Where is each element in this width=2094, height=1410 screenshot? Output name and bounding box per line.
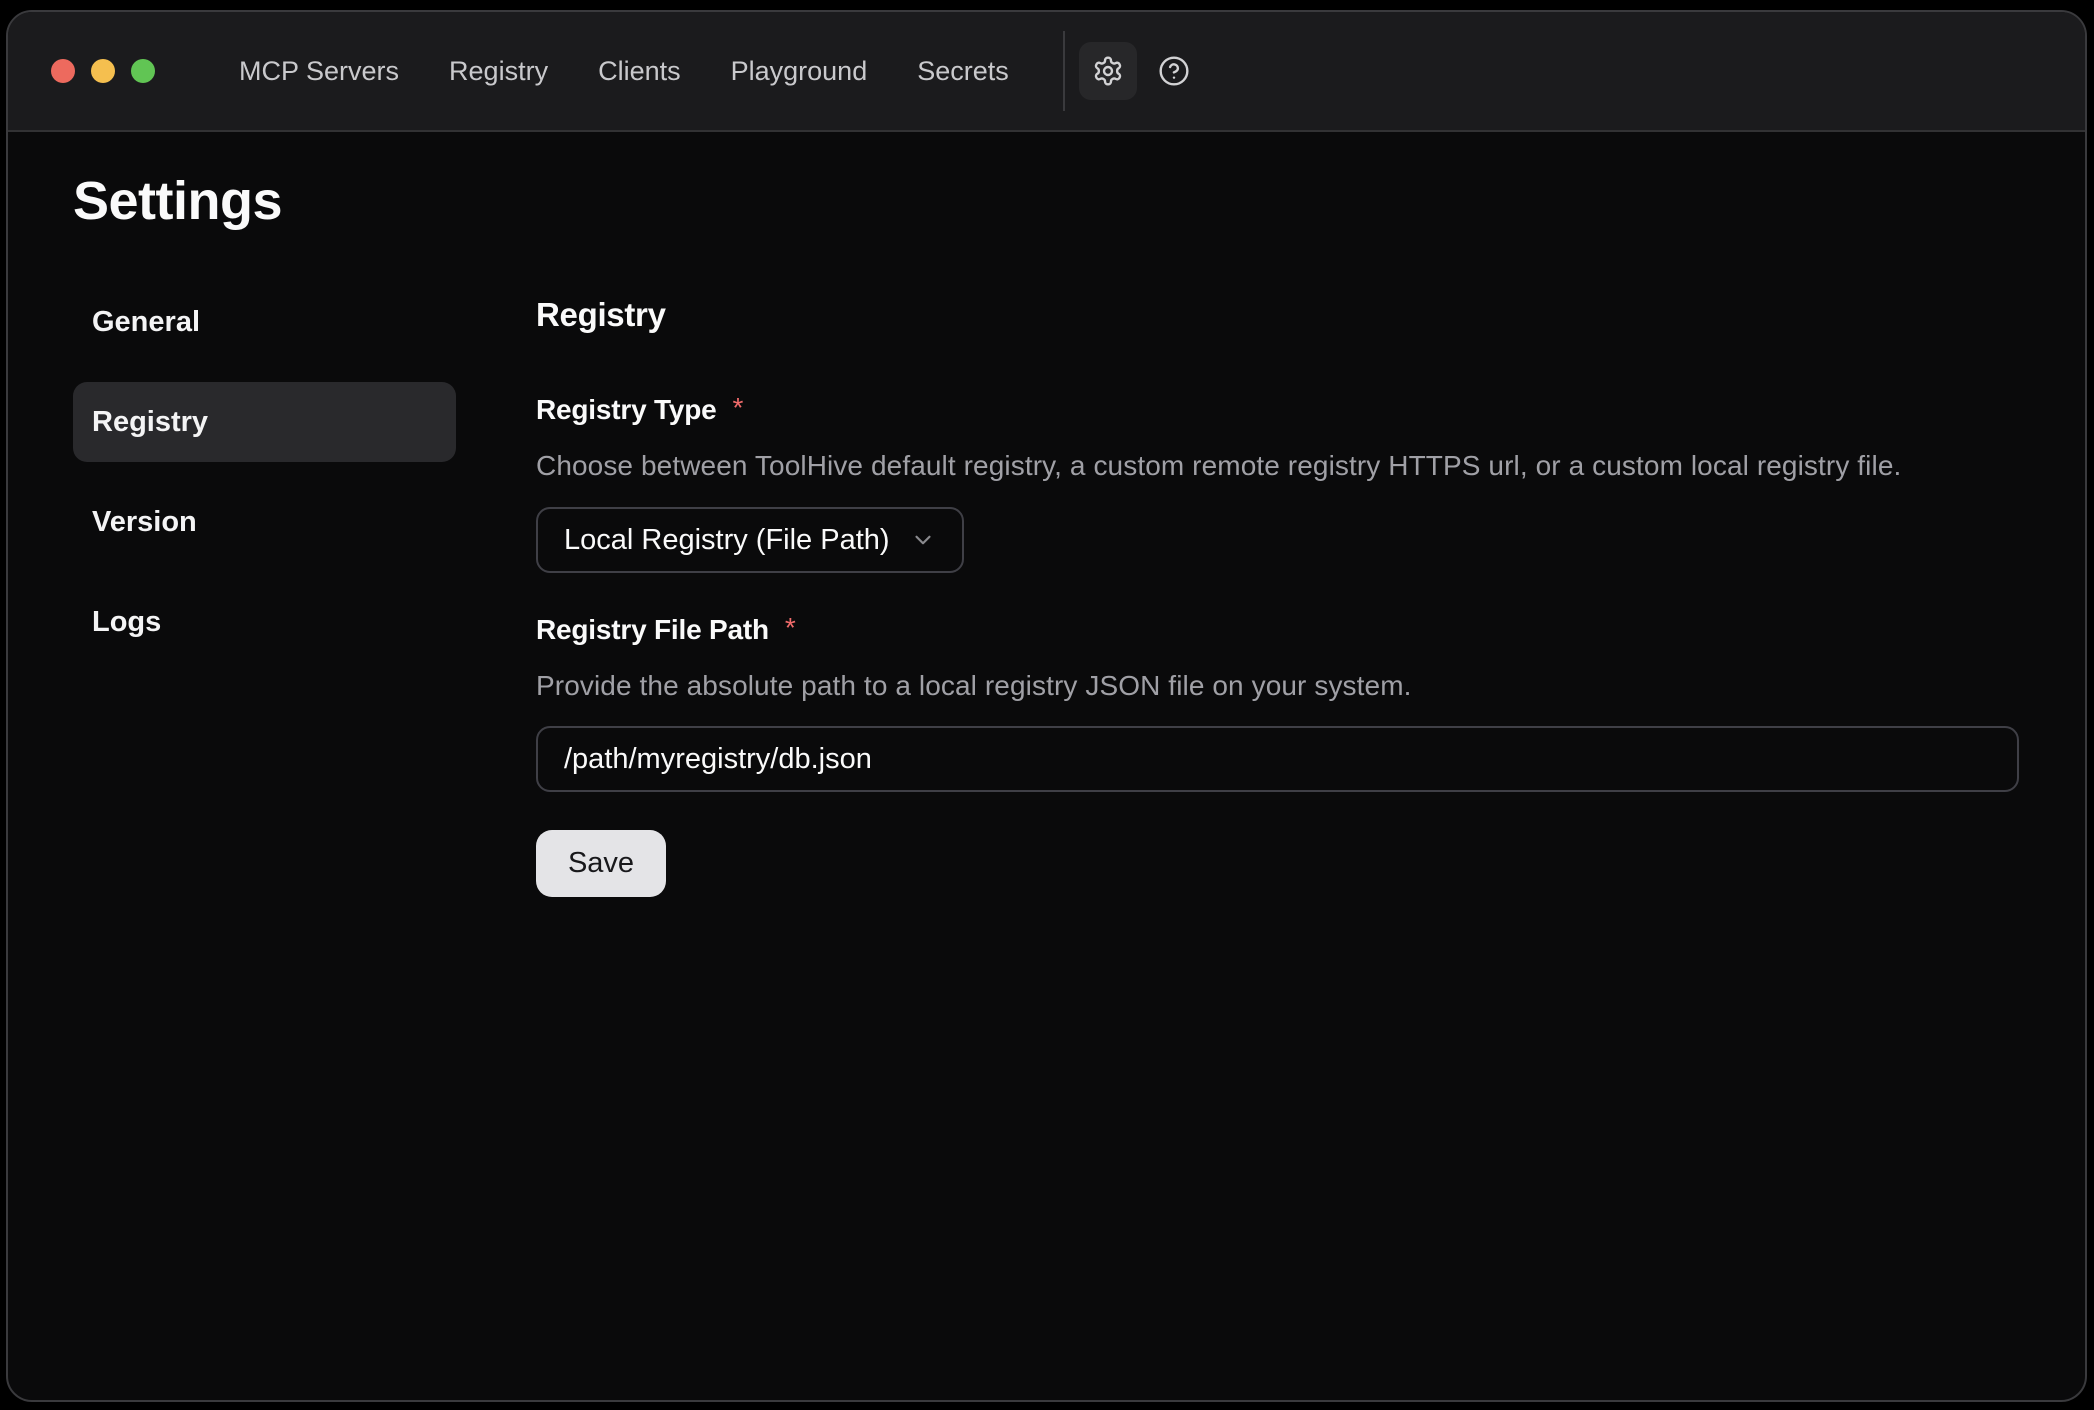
- required-asterisk: *: [785, 612, 796, 644]
- registry-type-description: Choose between ToolHive default registry…: [536, 450, 2019, 482]
- page-title: Settings: [73, 170, 2085, 232]
- nav-playground[interactable]: Playground: [731, 56, 868, 87]
- save-button[interactable]: Save: [536, 830, 666, 897]
- registry-type-selected-value: Local Registry (File Path): [564, 524, 890, 557]
- registry-file-path-input[interactable]: [536, 726, 2019, 792]
- sidebar-item-version[interactable]: Version: [73, 482, 456, 562]
- settings-sidebar: General Registry Version Logs: [73, 282, 456, 897]
- sidebar-item-general[interactable]: General: [73, 282, 456, 362]
- help-button[interactable]: [1145, 42, 1203, 100]
- section-title: Registry: [536, 296, 2019, 334]
- registry-file-path-description: Provide the absolute path to a local reg…: [536, 670, 2019, 702]
- nav-divider: [1063, 31, 1065, 111]
- registry-type-label: Registry Type: [536, 394, 717, 426]
- sidebar-item-logs[interactable]: Logs: [73, 582, 456, 662]
- nav-secrets[interactable]: Secrets: [917, 56, 1009, 87]
- settings-button[interactable]: [1079, 42, 1137, 100]
- registry-file-path-label: Registry File Path: [536, 614, 769, 646]
- sidebar-item-registry[interactable]: Registry: [73, 382, 456, 462]
- window-zoom-button[interactable]: [131, 59, 155, 83]
- registry-type-select[interactable]: Local Registry (File Path): [536, 507, 964, 573]
- app-window: MCP Servers Registry Clients Playground …: [6, 10, 2087, 1402]
- top-nav: MCP Servers Registry Clients Playground …: [239, 56, 1009, 87]
- window-close-button[interactable]: [51, 59, 75, 83]
- window-minimize-button[interactable]: [91, 59, 115, 83]
- titlebar: MCP Servers Registry Clients Playground …: [8, 12, 2085, 132]
- registry-settings-panel: Registry Registry Type * Choose between …: [536, 282, 2085, 897]
- nav-registry[interactable]: Registry: [449, 56, 548, 87]
- gear-icon: [1092, 55, 1124, 87]
- nav-mcp-servers[interactable]: MCP Servers: [239, 56, 399, 87]
- traffic-lights: [51, 59, 155, 83]
- nav-clients[interactable]: Clients: [598, 56, 681, 87]
- required-asterisk: *: [733, 392, 744, 424]
- settings-page: Settings General Registry Version Logs R…: [8, 132, 2085, 1400]
- help-icon: [1158, 55, 1190, 87]
- chevron-down-icon: [910, 527, 936, 553]
